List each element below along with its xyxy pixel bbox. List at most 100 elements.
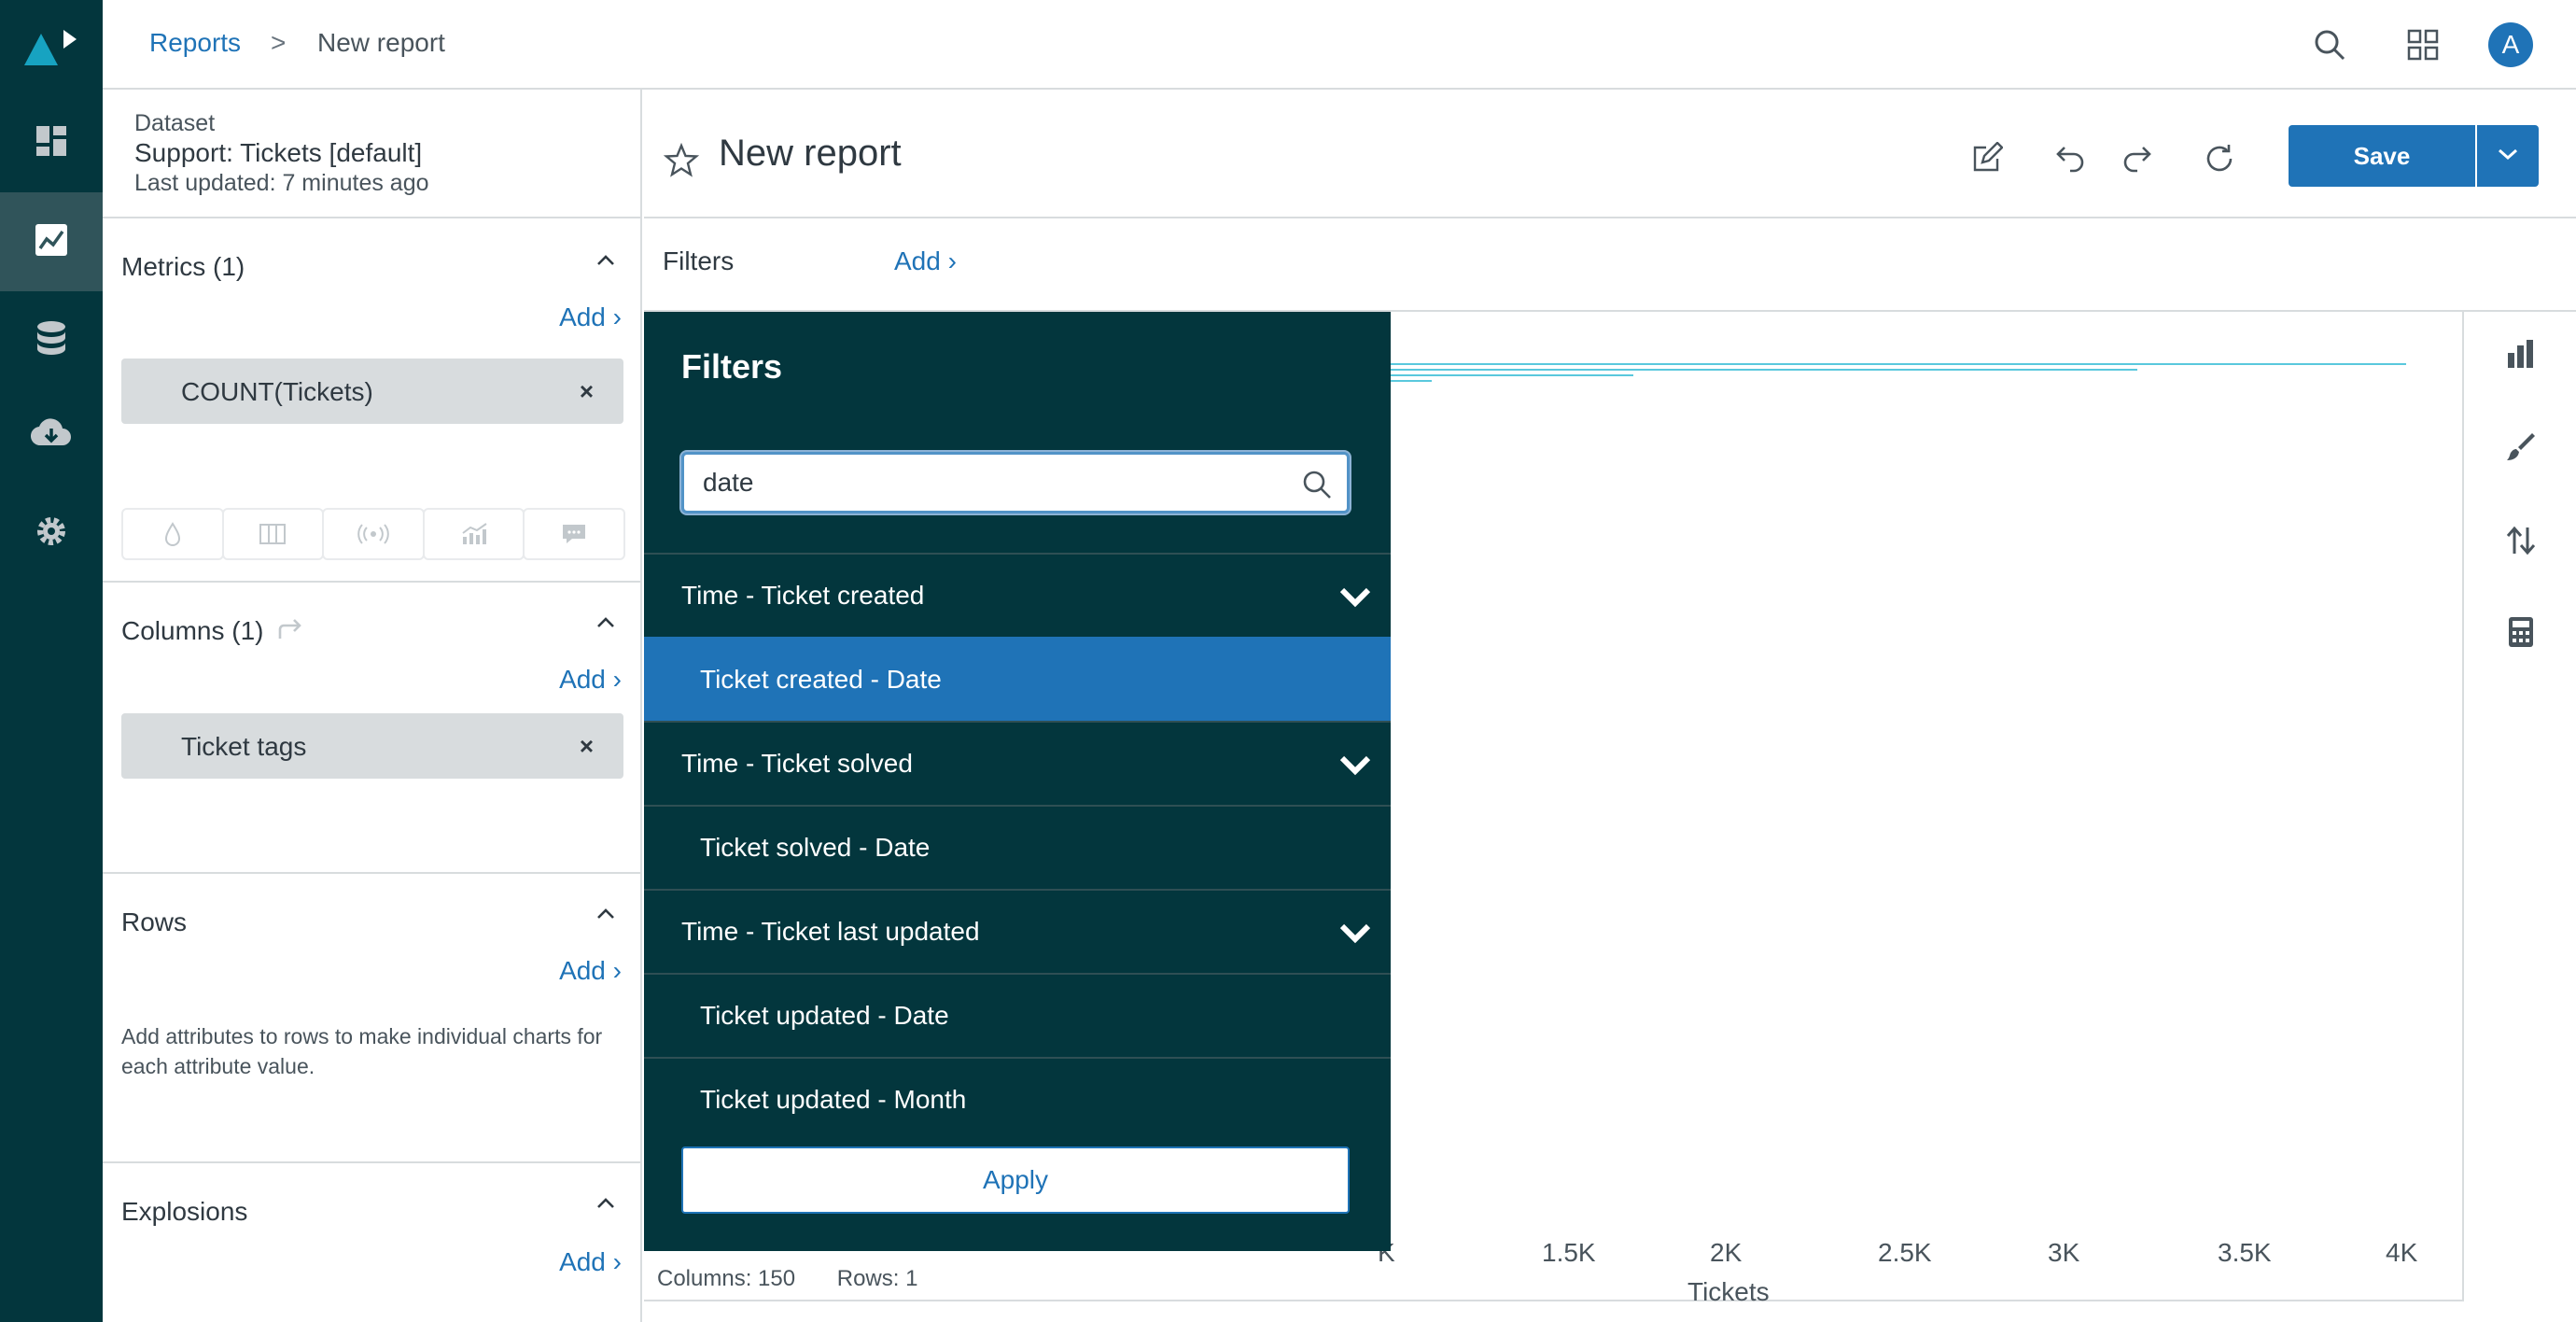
rows-hint: Add attributes to rows to make individua… bbox=[121, 1024, 603, 1078]
status-columns: Columns: 150 bbox=[657, 1266, 796, 1291]
add-row-link[interactable]: Add › bbox=[559, 956, 622, 986]
search-icon[interactable] bbox=[2305, 21, 2354, 69]
filter-list: Time - Ticket created Ticket created - Da… bbox=[644, 553, 1391, 1141]
rows-title: Rows bbox=[121, 907, 188, 936]
divider bbox=[103, 872, 642, 874]
add-column-link[interactable]: Add › bbox=[559, 665, 622, 695]
chevron-down-icon[interactable] bbox=[1338, 749, 1372, 781]
trend-chart-icon[interactable] bbox=[422, 508, 525, 560]
status-rows: Rows: 1 bbox=[836, 1266, 918, 1291]
left-nav bbox=[0, 0, 103, 1322]
filter-item-label: Ticket created - Date bbox=[700, 665, 942, 694]
breadcrumb-separator: > bbox=[271, 28, 287, 57]
nav-dashboard[interactable] bbox=[0, 93, 103, 192]
redo-icon[interactable] bbox=[2117, 138, 2158, 179]
favorite-star-icon[interactable] bbox=[663, 142, 700, 179]
metrics-title: Metrics (1) bbox=[121, 252, 245, 281]
nav-download[interactable] bbox=[0, 387, 103, 485]
remove-metric-icon[interactable]: × bbox=[580, 377, 594, 406]
filter-option[interactable]: Ticket solved - Date bbox=[644, 805, 1391, 889]
collapse-explosions-icon[interactable] bbox=[595, 1193, 616, 1214]
x-tick-label: 2K bbox=[1710, 1238, 1743, 1267]
divider bbox=[103, 1161, 642, 1163]
signal-icon[interactable] bbox=[322, 508, 425, 560]
filters-panel: Filters Time - Ticket created Ticket crea… bbox=[644, 312, 1391, 1251]
divider bbox=[644, 217, 2576, 218]
filter-item-label: Ticket solved - Date bbox=[700, 833, 931, 862]
filter-group[interactable]: Time - Ticket last updated bbox=[644, 889, 1391, 973]
nav-reports[interactable] bbox=[0, 192, 103, 291]
undo-icon[interactable] bbox=[2050, 138, 2091, 179]
app-grid-icon[interactable] bbox=[2399, 21, 2447, 69]
filter-item-label: Time - Ticket solved bbox=[681, 749, 913, 778]
metric-pill-label: COUNT(Tickets) bbox=[181, 377, 373, 406]
column-pill-label: Ticket tags bbox=[181, 732, 307, 761]
calculator-icon[interactable] bbox=[2499, 611, 2542, 654]
settings-icon bbox=[34, 513, 69, 554]
swap-icon[interactable] bbox=[274, 612, 306, 649]
add-metric-link[interactable]: Add › bbox=[559, 302, 622, 332]
comment-icon[interactable] bbox=[523, 508, 625, 560]
user-avatar[interactable]: A bbox=[2488, 22, 2533, 67]
paintbrush-icon[interactable] bbox=[2499, 426, 2542, 469]
app-logo-icon[interactable] bbox=[21, 21, 82, 77]
column-pill[interactable]: Ticket tags × bbox=[121, 713, 623, 779]
collapse-metrics-icon[interactable] bbox=[595, 250, 616, 271]
columns-icon[interactable] bbox=[221, 508, 325, 560]
chart-tools bbox=[2464, 310, 2576, 1301]
search-icon bbox=[1300, 468, 1334, 501]
filter-item-label: Time - Ticket last updated bbox=[681, 917, 980, 946]
dataset-label: Dataset bbox=[134, 110, 216, 136]
breadcrumb-reports[interactable]: Reports bbox=[149, 28, 241, 58]
filter-group[interactable]: Time - Ticket created bbox=[644, 553, 1391, 637]
status-bar: Columns: 150 Rows: 1 bbox=[657, 1266, 953, 1292]
filter-item-label: Ticket updated - Date bbox=[700, 1001, 949, 1030]
filter-option[interactable]: Ticket created - Date bbox=[644, 637, 1391, 721]
save-options-button[interactable] bbox=[2477, 125, 2539, 187]
x-tick-label: 3.5K bbox=[2218, 1238, 2272, 1267]
collapse-columns-icon[interactable] bbox=[595, 612, 616, 633]
dashboard-icon bbox=[35, 124, 68, 162]
chevron-down-icon bbox=[2497, 147, 2519, 166]
metric-options-bar bbox=[121, 508, 625, 560]
top-bar: Reports > New report A bbox=[103, 0, 2576, 90]
apply-button[interactable]: Apply bbox=[681, 1146, 1350, 1214]
nav-datasets[interactable] bbox=[0, 291, 103, 390]
refresh-icon[interactable] bbox=[2199, 138, 2240, 179]
chart-type-icon[interactable] bbox=[2499, 332, 2542, 375]
filter-search-input[interactable] bbox=[701, 464, 1261, 501]
filter-option[interactable]: Ticket updated - Month bbox=[644, 1057, 1391, 1141]
edit-icon[interactable] bbox=[1966, 138, 2007, 179]
filters-panel-title: Filters bbox=[681, 347, 783, 386]
metric-pill[interactable]: COUNT(Tickets) × bbox=[121, 359, 623, 424]
chevron-down-icon[interactable] bbox=[1338, 581, 1372, 612]
filter-item-label: Time - Ticket created bbox=[681, 581, 925, 610]
filter-item-label: Ticket updated - Month bbox=[700, 1085, 967, 1114]
x-tick-label: 3K bbox=[2048, 1238, 2080, 1267]
download-icon bbox=[30, 417, 73, 456]
drop-icon[interactable] bbox=[121, 508, 224, 560]
report-config-panel: Dataset Support: Tickets [default] Last … bbox=[103, 90, 642, 1322]
columns-title: Columns (1) bbox=[121, 616, 264, 645]
filters-label: Filters bbox=[663, 246, 735, 275]
filter-option[interactable]: Ticket updated - Date bbox=[644, 973, 1391, 1057]
filter-search-field[interactable] bbox=[681, 452, 1350, 513]
datasets-icon bbox=[35, 320, 68, 362]
x-tick-label: 2.5K bbox=[1878, 1238, 1932, 1267]
nav-settings[interactable] bbox=[0, 484, 103, 583]
remove-column-icon[interactable]: × bbox=[580, 732, 594, 761]
x-tick-label: 4K bbox=[2386, 1238, 2418, 1267]
x-tick-label: 1.5K bbox=[1542, 1238, 1596, 1267]
explosions-title: Explosions bbox=[121, 1197, 248, 1226]
add-filter-link[interactable]: Add › bbox=[894, 246, 957, 276]
save-button[interactable]: Save bbox=[2289, 125, 2475, 187]
dataset-name: Support: Tickets [default] bbox=[134, 138, 423, 167]
sort-icon[interactable] bbox=[2499, 519, 2542, 562]
chevron-down-icon[interactable] bbox=[1338, 917, 1372, 949]
reports-icon bbox=[34, 222, 69, 262]
breadcrumb-current: New report bbox=[317, 28, 445, 57]
add-explosion-link[interactable]: Add › bbox=[559, 1247, 622, 1277]
divider bbox=[103, 217, 642, 218]
collapse-rows-icon[interactable] bbox=[595, 904, 616, 924]
filter-group[interactable]: Time - Ticket solved bbox=[644, 721, 1391, 805]
